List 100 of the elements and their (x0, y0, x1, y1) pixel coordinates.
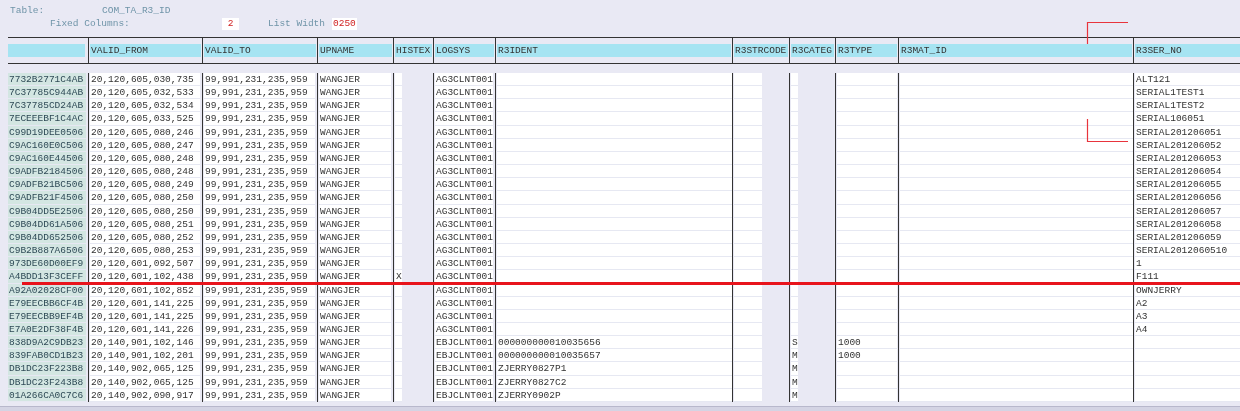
table-cell: 20,140,901,102,201 (90, 349, 200, 363)
key-cell: 7C37785C944AB (8, 86, 86, 100)
table-cell: 20,140,902,065,125 (90, 362, 200, 376)
table-cell: 99,991,231,235,959 (204, 257, 315, 271)
table-cell (837, 73, 897, 87)
column-header[interactable] (8, 44, 85, 57)
table-cell: EBJCLNT001 (435, 336, 493, 350)
table-cell: 99,991,231,235,959 (204, 165, 315, 179)
table-cell: WANGJER (319, 86, 391, 100)
table-cell: M (791, 375, 798, 389)
table-cell: WANGJER (319, 99, 391, 113)
column-header[interactable]: R3CATEG (791, 44, 834, 57)
table-cell: 20,120,605,080,248 (90, 165, 200, 179)
table-cell: WANGJER (319, 112, 391, 126)
table-cell (837, 112, 897, 126)
table-cell: WANGJER (319, 349, 391, 363)
table-cell (734, 99, 762, 113)
column-header[interactable]: R3IDENT (497, 44, 731, 57)
table-cell (734, 112, 762, 126)
table-cell: 99,991,231,235,959 (204, 86, 315, 100)
table-cell: 20,120,601,092,507 (90, 257, 200, 271)
table-cell: AG3CLNT001 (435, 191, 493, 205)
key-cell: 7732B2771C4AB (8, 73, 86, 87)
key-cell: 7C37785CD24AB (8, 99, 86, 113)
table-cell (837, 99, 897, 113)
table-cell: 99,991,231,235,959 (204, 336, 315, 350)
table-cell: 20,140,901,102,146 (90, 336, 200, 350)
table-cell: 20,120,605,032,534 (90, 99, 200, 113)
key-cell: 973DE60D00EF9 (8, 257, 86, 271)
column-header[interactable]: VALID_TO (204, 44, 316, 57)
table-cell: SERIAL2012060510 (1135, 244, 1240, 258)
table-cell: ZJERRY0827P1 (497, 362, 732, 376)
table-cell: AG3CLNT001 (435, 73, 493, 87)
column-header[interactable]: LOGSYS (435, 44, 494, 57)
table-cell (734, 165, 762, 179)
fixed-columns-label: Fixed Columns: (50, 18, 131, 30)
table-cell: SERIAL201206055 (1135, 178, 1240, 192)
table-cell: 20,120,605,032,533 (90, 86, 200, 100)
table-cell: M (791, 388, 798, 402)
table-cell: 99,991,231,235,959 (204, 362, 315, 376)
table-cell: 99,991,231,235,959 (204, 99, 315, 113)
table-cell: 99,991,231,235,959 (204, 178, 315, 192)
table-cell (837, 244, 897, 258)
table-cell: 1000 (837, 349, 897, 363)
table-cell: WANGJER (319, 178, 391, 192)
column-header[interactable]: R3MAT_ID (900, 44, 1132, 57)
table-cell: 20,120,605,080,250 (90, 191, 200, 205)
table-cell: 99,991,231,235,959 (204, 191, 315, 205)
column-header[interactable]: R3STRCODE (734, 44, 788, 57)
table-cell: 000000000010035657 (497, 349, 732, 363)
table-cell: WANGJER (319, 165, 391, 179)
table-cell: WANGJER (319, 336, 391, 350)
table-cell (837, 362, 897, 376)
table-cell: 99,991,231,235,959 (204, 349, 315, 363)
table-cell (837, 165, 897, 179)
key-cell: 7ECEEEBF1C4AC (8, 112, 86, 126)
fixed-columns-field[interactable]: 2 (222, 18, 239, 30)
table-cell (734, 191, 762, 205)
table-cell: WANGJER (319, 257, 391, 271)
table-cell (734, 244, 762, 258)
column-header[interactable]: R3TYPE (837, 44, 897, 57)
table-cell: 1000 (837, 336, 897, 350)
table-cell: EBJCLNT001 (435, 362, 493, 376)
bracket-mark (1086, 21, 1129, 45)
table-cell: 000000000010035656 (497, 336, 732, 350)
list-width-label: List Width (268, 18, 326, 30)
table-cell: S (791, 336, 798, 350)
table-cell: SERIAL201206056 (1135, 191, 1240, 205)
table-cell: EBJCLNT001 (435, 349, 493, 363)
table-cell (734, 257, 762, 271)
table-cell: WANGJER (319, 244, 391, 258)
table-cell: 1 (1135, 257, 1240, 271)
table-cell: AG3CLNT001 (435, 86, 493, 100)
table-cell (734, 86, 762, 100)
list-width-field[interactable]: 0250 (332, 18, 357, 30)
column-header[interactable]: VALID_FROM (90, 44, 201, 57)
table-cell: WANGJER (319, 362, 391, 376)
column-header[interactable]: HISTEX (395, 44, 432, 57)
table-cell: SERIAL1TEST1 (1135, 86, 1240, 100)
key-cell: C9ADFB21F4506 (8, 191, 86, 205)
table-cell (734, 362, 762, 376)
table-cell: ALT121 (1135, 73, 1240, 87)
table-cell (734, 336, 762, 350)
column-header[interactable]: R3SER_NO (1135, 44, 1240, 57)
column-header[interactable]: UPNAME (319, 44, 392, 57)
horizontal-scrollbar[interactable] (0, 406, 1240, 411)
key-cell: 838D9A2C9DB23 (8, 336, 86, 350)
key-cell: C9ADFB2184506 (8, 165, 86, 179)
table-cell: 99,991,231,235,959 (204, 112, 315, 126)
table-cell (734, 349, 762, 363)
table-cell: 99,991,231,235,959 (204, 73, 315, 87)
table-cell: WANGJER (319, 73, 391, 87)
table-cell: WANGJER (319, 191, 391, 205)
table-cell: AG3CLNT001 (435, 99, 493, 113)
table-cell: 20,120,605,080,253 (90, 244, 200, 258)
table-cell (734, 178, 762, 192)
table-cell: AG3CLNT001 (435, 165, 493, 179)
table-cell: AG3CLNT001 (435, 257, 493, 271)
table-name: COM_TA_R3_ID (102, 5, 171, 17)
key-cell: C9ADFB21BC506 (8, 178, 86, 192)
